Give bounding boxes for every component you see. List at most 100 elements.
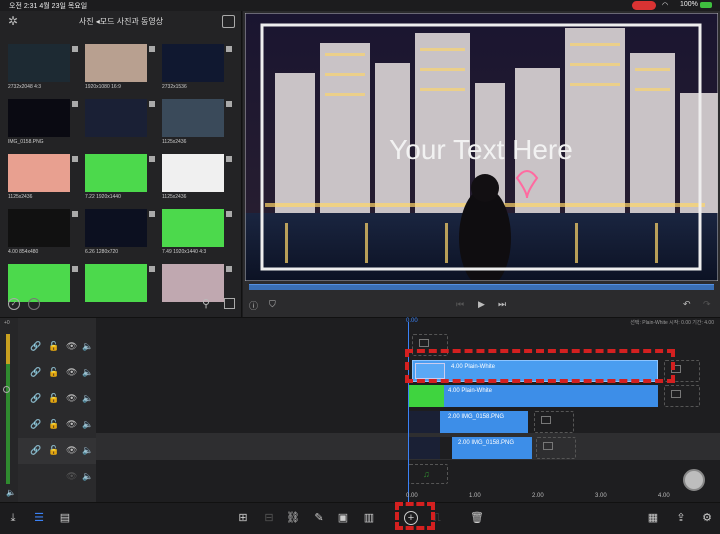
lock-icon[interactable]: 🔓: [48, 367, 59, 378]
play-icon[interactable]: ▶: [478, 299, 485, 310]
media-meta: 1125x2436: [8, 194, 33, 200]
info-icon[interactable]: ⓘ: [249, 299, 258, 312]
search-icon[interactable]: ⚲: [202, 297, 210, 310]
empty-slot[interactable]: [534, 411, 574, 433]
media-meta: 7.22 1920x1440: [85, 194, 121, 200]
clipboard-icon[interactable]: ▥: [362, 511, 376, 525]
floating-action-button[interactable]: [683, 469, 705, 491]
image-clip-2[interactable]: 2.00 IMG_0158.PNG: [408, 437, 532, 459]
media-item[interactable]: 1920x1080 16:9: [85, 44, 155, 97]
layers-icon[interactable]: ☰: [32, 511, 46, 525]
link-icon[interactable]: 🔗: [30, 393, 41, 404]
select-check-icon[interactable]: ✓: [8, 298, 20, 310]
volume-icon[interactable]: 🔈: [82, 419, 93, 430]
ruler-tick: 1.00: [469, 493, 481, 499]
media-item[interactable]: IMG_0158.PNG: [8, 99, 78, 152]
preview-scrubber[interactable]: [249, 284, 714, 290]
media-meta: IMG_0158.PNG: [8, 139, 44, 145]
track-control-row: 🔗 🔓 👁 🔈: [18, 438, 96, 464]
ruler-tick: 3.00: [595, 493, 607, 499]
bookmark-icon[interactable]: ⛉: [269, 299, 276, 310]
preview-canvas[interactable]: Your Text Here: [245, 13, 718, 281]
layout-icon[interactable]: ▦: [646, 511, 660, 525]
media-meta: 6.26 1280x720: [85, 249, 119, 255]
lock-icon[interactable]: 🔓: [48, 445, 59, 456]
import-icon[interactable]: [222, 15, 235, 28]
media-type-icon: [72, 211, 78, 217]
media-item[interactable]: 2732x1536: [162, 44, 232, 97]
volume-icon[interactable]: 🔈: [82, 367, 93, 378]
green-clip[interactable]: 4.00 Plain-White: [408, 385, 658, 407]
media-item[interactable]: 4.00 854x480: [8, 209, 78, 262]
media-item[interactable]: 1125x2436: [162, 154, 232, 207]
eye-icon[interactable]: 👁: [66, 419, 77, 430]
link-icon[interactable]: 🔗: [30, 419, 41, 430]
link-icon[interactable]: 🔗: [30, 367, 41, 378]
eye-icon[interactable]: 👁: [66, 367, 77, 378]
skip-start-icon[interactable]: ⏮: [456, 299, 464, 310]
link-icon[interactable]: 🔗: [30, 341, 41, 352]
tracks-icon[interactable]: ▤: [58, 511, 72, 525]
eye-icon[interactable]: 👁: [66, 393, 77, 404]
media-thumbnail: [8, 209, 70, 247]
pen-icon[interactable]: ✎: [312, 511, 326, 525]
media-item[interactable]: [85, 99, 155, 152]
media-meta: 7.49 1920x1440 4:3: [162, 249, 207, 255]
audio-level-meter: +0: [3, 320, 14, 494]
media-thumbnail: [162, 209, 224, 247]
browser-title[interactable]: 사진 ◂모드 사진과 동영상: [0, 16, 242, 27]
photo-icon[interactable]: ▣: [336, 511, 350, 525]
export-icon[interactable]: ⤓: [6, 511, 20, 525]
media-meta: 4.00 854x480: [8, 249, 39, 255]
media-meta: 1125x2436: [162, 194, 187, 200]
media-thumbnail: [85, 99, 147, 137]
media-item[interactable]: 6.26 1280x720: [85, 209, 155, 262]
volume-icon[interactable]: 🔈: [82, 393, 93, 404]
skip-end-icon[interactable]: ⏭: [498, 299, 506, 310]
redo-icon[interactable]: ↷: [703, 299, 711, 310]
link-icon[interactable]: ⛓: [286, 511, 300, 525]
link-icon[interactable]: 🔗: [30, 445, 41, 456]
delete-icon[interactable]: 🗑: [470, 511, 484, 525]
undo-icon[interactable]: ↶: [683, 299, 691, 310]
eye-icon[interactable]: 👁: [66, 341, 77, 352]
media-grid: 2732x2048 4:3 1920x1080 16:9 2732x1536 IMG_…: [8, 44, 240, 302]
settings-icon[interactable]: ⚙: [700, 511, 714, 525]
media-item[interactable]: 7.22 1920x1440: [85, 154, 155, 207]
add-media-icon[interactable]: ⊞: [236, 511, 250, 525]
empty-slot[interactable]: [664, 385, 700, 407]
media-item[interactable]: 2732x2048 4:3: [8, 44, 78, 97]
overlay-text[interactable]: Your Text Here: [389, 134, 573, 165]
volume-icon[interactable]: 🔈: [82, 445, 93, 456]
media-thumbnail: [162, 44, 224, 82]
timeline: +0 🔈 🔗🔓👁🔈🔗🔓👁🔈🔗🔓👁🔈🔗🔓👁🔈🔗🔓👁🔈🔗🔓👁🔈 선택: Plain-…: [0, 317, 720, 503]
lock-icon[interactable]: 🔓: [48, 341, 59, 352]
media-item[interactable]: 1125x2436: [8, 154, 78, 207]
audio-slot[interactable]: ♫: [408, 464, 448, 484]
lock-icon[interactable]: 🔓: [48, 419, 59, 430]
media-item[interactable]: 1125x2436: [162, 99, 232, 152]
city-night-image: Your Text Here: [245, 13, 718, 281]
media-thumbnail: [85, 154, 147, 192]
eye-icon[interactable]: 👁: [66, 445, 77, 456]
lock-icon[interactable]: 🔓: [48, 393, 59, 404]
share-icon[interactable]: ⇪: [674, 511, 688, 525]
image-clip-1[interactable]: 2.00 IMG_0158.PNG: [408, 411, 528, 433]
eye-icon[interactable]: 👁: [66, 471, 77, 482]
track-area[interactable]: 선택: Plain-White 시작: 0.00 기간: 4.00 0.00 4…: [96, 318, 720, 503]
track-controls: 🔗🔓👁🔈🔗🔓👁🔈🔗🔓👁🔈🔗🔓👁🔈🔗🔓👁🔈🔗🔓👁🔈: [18, 318, 96, 503]
media-item[interactable]: 7.49 1920x1440 4:3: [162, 209, 232, 262]
volume-icon[interactable]: 🔈: [82, 341, 93, 352]
grid-view-icon[interactable]: [224, 298, 235, 309]
record-icon[interactable]: [28, 298, 40, 310]
browser-header: ✲ 사진 ◂모드 사진과 동영상: [0, 11, 242, 33]
track-control-row: 🔗🔓👁🔈: [18, 464, 96, 490]
battery-icon: [700, 2, 712, 8]
preview-panel: Your Text Here ⓘ ⛉ ⏮ ▶ ⏭ ↶ ↷: [243, 11, 720, 317]
volume-icon[interactable]: 🔈: [82, 471, 93, 482]
master-volume-icon[interactable]: 🔈: [6, 488, 16, 497]
paste-icon[interactable]: ⊟: [262, 511, 276, 525]
media-thumbnail: [85, 209, 147, 247]
media-thumbnail: [8, 154, 70, 192]
empty-slot[interactable]: [536, 437, 576, 459]
